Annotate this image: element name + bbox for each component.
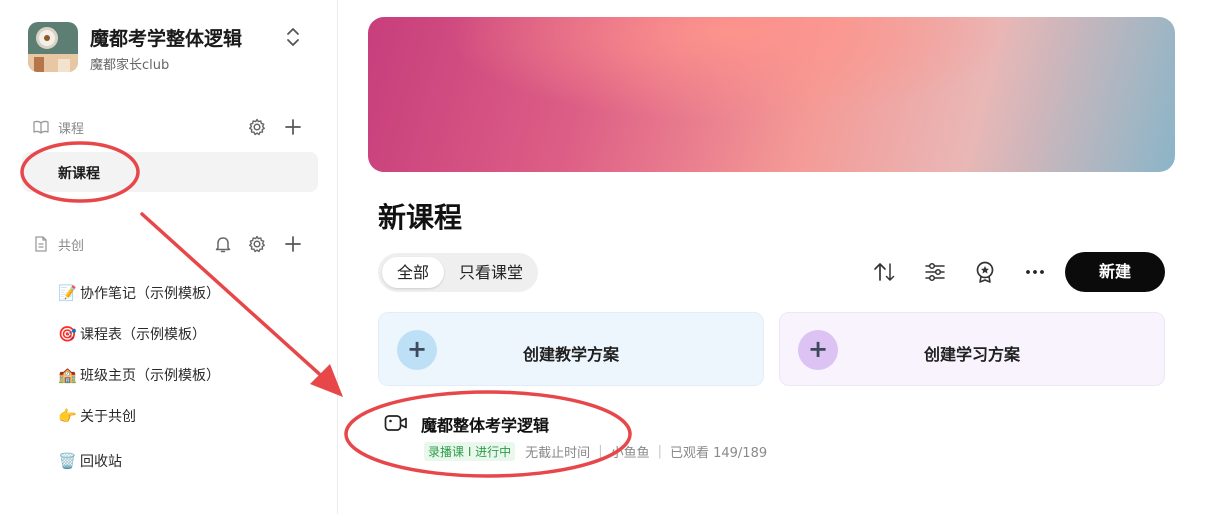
sidebar-trash[interactable]: 🗑️ 回收站	[58, 448, 122, 474]
gear-icon	[249, 235, 265, 253]
sidebar-doc-collab-notes[interactable]: 📝 协作笔记（示例模板）	[58, 280, 220, 306]
divider: |	[657, 444, 662, 459]
filter-settings-button[interactable]	[921, 258, 949, 286]
plus-icon	[285, 236, 301, 252]
sidebar-item-new-course[interactable]: 新课程	[22, 152, 318, 192]
workspace-logo	[28, 22, 78, 72]
course-list-item[interactable]: 魔都整体考学逻辑 录播课 I 进行中 无截止时间 | 小鱼鱼 | 已观看 149…	[384, 410, 844, 466]
add-course-button[interactable]	[282, 116, 304, 138]
badge-icon	[976, 261, 994, 283]
cocreate-notify-button[interactable]	[212, 233, 234, 255]
course-views: 已观看 149/189	[669, 446, 768, 461]
new-button[interactable]: 新建	[1065, 252, 1165, 292]
create-learning-plan-label: 创建学习方案	[923, 345, 1020, 364]
courses-settings-button[interactable]	[246, 116, 268, 138]
course-deadline: 无截止时间	[525, 446, 591, 461]
course-banner	[368, 17, 1175, 172]
create-teaching-plan-label: 创建教学方案	[522, 345, 619, 364]
workspace-header[interactable]: 魔都考学整体逻辑 魔都家长club	[28, 22, 308, 74]
bell-icon	[215, 237, 231, 253]
book-icon	[33, 120, 49, 134]
sidebar-doc-label: 课程表（示例模板）	[80, 327, 206, 343]
sidebar-doc-label: 协作笔记（示例模板）	[80, 286, 220, 302]
course-meta: 录播课 I 进行中 无截止时间 | 小鱼鱼 | 已观看 149/189	[424, 442, 767, 461]
sidebar-doc-schedule[interactable]: 🎯 课程表（示例模板）	[58, 321, 206, 347]
page-title: 新课程	[378, 201, 463, 234]
more-options-button[interactable]	[1021, 258, 1049, 286]
sliders-icon	[925, 262, 945, 282]
pointing-hand-icon: 👉	[58, 407, 77, 425]
cocreate-settings-button[interactable]	[246, 233, 268, 255]
courses-section-label: 课程	[58, 122, 85, 137]
certificate-button[interactable]	[971, 258, 999, 286]
divider: |	[598, 444, 603, 459]
sort-button[interactable]	[871, 258, 899, 286]
cocreate-section-header: 共创	[32, 233, 304, 255]
course-title: 魔都整体考学逻辑	[421, 416, 550, 435]
course-author: 小鱼鱼	[610, 446, 650, 461]
sidebar-doc-label: 回收站	[80, 454, 122, 470]
add-cocreate-button[interactable]	[282, 233, 304, 255]
plus-icon	[285, 119, 301, 135]
sidebar-doc-label: 班级主页（示例模板）	[80, 368, 220, 384]
chevron-up-down-icon[interactable]	[284, 26, 302, 48]
sidebar-doc-class-home[interactable]: 🏫 班级主页（示例模板）	[58, 362, 220, 388]
sort-arrows-icon	[874, 263, 895, 281]
cocreate-section-label: 共创	[58, 239, 85, 254]
filter-segmented-control: 全部 只看课堂	[378, 253, 538, 292]
sidebar-doc-label: 关于共创	[80, 409, 136, 425]
memo-icon: 📝	[58, 284, 77, 302]
create-teaching-plan-card[interactable]: + 创建教学方案	[378, 312, 764, 386]
ellipsis-icon	[1026, 270, 1044, 274]
sidebar: 魔都考学整体逻辑 魔都家长club 课程 新课程 共创 📝 协作笔记（示例模板）…	[0, 0, 338, 514]
create-learning-plan-card[interactable]: + 创建学习方案	[779, 312, 1165, 386]
filter-classroom-tab[interactable]: 只看课堂	[448, 257, 534, 288]
document-icon	[35, 236, 47, 252]
status-badge: 录播课 I 进行中	[424, 442, 516, 461]
trash-icon: 🗑️	[58, 452, 77, 470]
workspace-title: 魔都考学整体逻辑	[90, 28, 243, 50]
filter-all-tab[interactable]: 全部	[382, 257, 444, 288]
sidebar-item-label: 新课程	[58, 166, 100, 182]
app-window: 魔都考学整体逻辑 魔都家长club 课程 新课程 共创 📝 协作笔记（示例模板）…	[0, 0, 1208, 514]
school-icon: 🏫	[58, 366, 77, 384]
sidebar-doc-about[interactable]: 👉 关于共创	[58, 403, 136, 429]
workspace-subtitle: 魔都家长club	[90, 58, 170, 73]
target-icon: 🎯	[58, 325, 77, 343]
courses-section-header: 课程	[32, 116, 304, 138]
gear-icon	[249, 118, 265, 136]
video-camera-icon	[384, 415, 407, 431]
